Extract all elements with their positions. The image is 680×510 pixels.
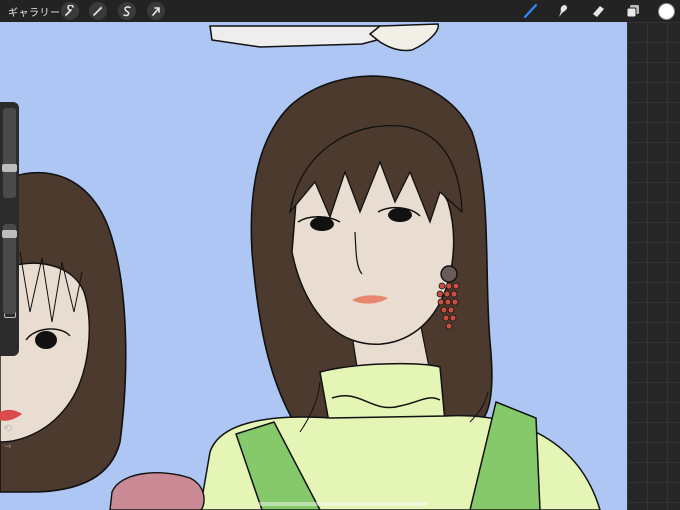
undo-icon[interactable]: ⟲: [3, 422, 12, 435]
wrench-icon[interactable]: [61, 2, 79, 20]
magic-wand-icon[interactable]: [89, 2, 107, 20]
color-picker-swatch[interactable]: [658, 3, 675, 20]
redo-icon[interactable]: →: [4, 442, 12, 452]
drawing-canvas[interactable]: [0, 22, 627, 510]
layers-icon[interactable]: [624, 2, 642, 20]
gallery-button[interactable]: ギャラリー: [8, 4, 61, 19]
eraser-icon[interactable]: [589, 2, 607, 20]
smudge-icon[interactable]: [554, 2, 572, 20]
selection-icon[interactable]: [118, 2, 136, 20]
brush-size-slider[interactable]: [3, 108, 16, 198]
opacity-thumb[interactable]: [2, 230, 17, 238]
brush-size-thumb[interactable]: [2, 164, 17, 172]
canvas-margin-grid: [627, 22, 680, 510]
side-toolbar: ⟲ →: [0, 102, 19, 452]
transform-arrow-icon[interactable]: [147, 2, 165, 20]
brush-icon[interactable]: [522, 2, 540, 20]
top-toolbar: ギャラリー: [0, 0, 680, 22]
home-indicator: [258, 502, 428, 506]
illustration-artwork: [0, 23, 601, 510]
